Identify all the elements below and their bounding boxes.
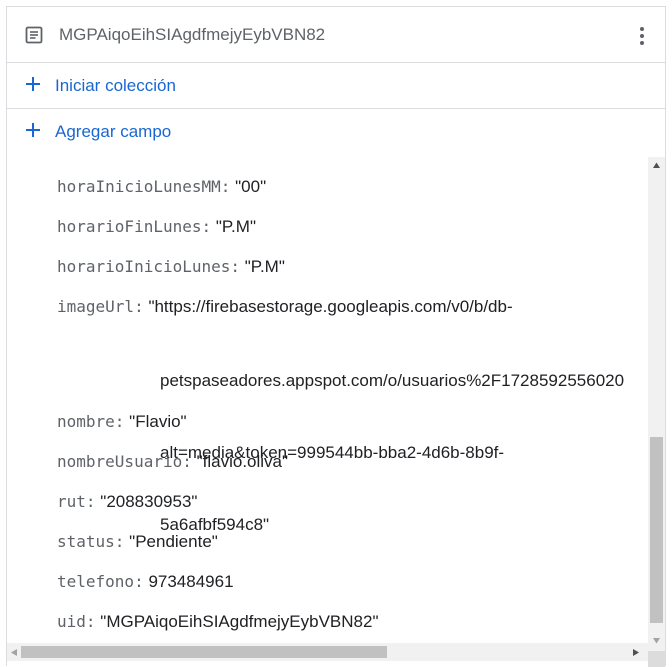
field-list: horaInicioLunesMM: "00" horarioFinLunes:… bbox=[7, 157, 647, 637]
vertical-scroll-thumb[interactable] bbox=[650, 437, 663, 623]
field-key: status bbox=[57, 532, 115, 551]
url-line: petspaseadores.appspot.com/o/usuarios%2F… bbox=[160, 371, 625, 390]
field-row[interactable]: rut: "208830953" bbox=[57, 492, 197, 512]
field-separator: : bbox=[230, 257, 241, 276]
field-key: horarioFinLunes bbox=[57, 217, 202, 236]
field-value: "flavio.oliva" bbox=[196, 452, 289, 471]
plus-icon bbox=[26, 77, 40, 91]
add-field-label: Agregar campo bbox=[55, 122, 172, 141]
scroll-down-arrow-icon[interactable] bbox=[652, 636, 661, 645]
field-key: nombreUsuario bbox=[57, 452, 183, 471]
field-value: "00" bbox=[235, 177, 267, 196]
field-key: horaInicioLunesMM bbox=[57, 177, 221, 196]
scroll-up-arrow-icon[interactable] bbox=[652, 161, 661, 170]
field-separator: : bbox=[134, 297, 144, 316]
scroll-left-arrow-icon[interactable] bbox=[10, 648, 18, 657]
field-separator: : bbox=[134, 572, 144, 591]
field-value: "MGPAiqoEihSIAgdfmejyEybVBN82" bbox=[100, 612, 379, 631]
field-separator: : bbox=[201, 217, 212, 236]
field-row[interactable]: uid: "MGPAiqoEihSIAgdfmejyEybVBN82" bbox=[57, 612, 379, 632]
field-separator: : bbox=[85, 612, 96, 631]
field-row[interactable]: horaInicioLunesMM: "00" bbox=[57, 177, 266, 197]
field-row[interactable]: nombre: "Flavio" bbox=[57, 412, 187, 432]
document-icon bbox=[25, 26, 43, 44]
field-key: uid bbox=[57, 612, 86, 631]
scroll-right-arrow-icon[interactable] bbox=[632, 648, 640, 657]
url-line: 5a6afbf594c8" bbox=[160, 515, 270, 534]
field-key: rut bbox=[57, 492, 86, 511]
field-row[interactable]: horarioFinLunes: "P.M" bbox=[57, 217, 256, 237]
field-value: "P.M" bbox=[244, 257, 285, 276]
more-vert-icon[interactable] bbox=[630, 24, 654, 48]
field-row[interactable]: nombreUsuario: "flavio.oliva" bbox=[57, 452, 288, 472]
field-separator: : bbox=[114, 412, 125, 431]
field-row[interactable]: status: "Pendiente" bbox=[57, 532, 218, 552]
scrollbar-corner bbox=[648, 651, 665, 667]
field-separator: : bbox=[182, 452, 192, 471]
field-value: 973484961 bbox=[148, 572, 234, 591]
field-separator: : bbox=[114, 532, 125, 551]
field-row[interactable]: horarioInicioLunes: "P.M" bbox=[57, 257, 285, 277]
start-collection-button[interactable]: Iniciar colección bbox=[7, 63, 665, 109]
add-field-button[interactable]: Agregar campo bbox=[7, 109, 665, 155]
vertical-scrollbar[interactable] bbox=[648, 157, 665, 651]
field-separator: : bbox=[85, 492, 96, 511]
document-id: MGPAiqoEihSIAgdfmejyEybVBN82 bbox=[59, 25, 326, 44]
field-value: "Pendiente" bbox=[129, 532, 218, 551]
field-key: imageUrl bbox=[57, 297, 135, 316]
plus-icon bbox=[26, 123, 40, 137]
start-collection-label: Iniciar colección bbox=[55, 76, 176, 95]
field-key: telefono bbox=[57, 572, 135, 591]
horizontal-scroll-thumb[interactable] bbox=[21, 646, 387, 658]
horizontal-scrollbar[interactable] bbox=[7, 643, 648, 661]
field-value: "P.M" bbox=[215, 217, 256, 236]
document-panel: MGPAiqoEihSIAgdfmejyEybVBN82 Iniciar col… bbox=[6, 6, 666, 667]
field-key: horarioInicioLunes bbox=[57, 257, 231, 276]
field-row[interactable]: imageUrl: "https://firebasestorage.googl… bbox=[57, 297, 513, 317]
field-value: "Flavio" bbox=[129, 412, 187, 431]
field-value: "208830953" bbox=[100, 492, 198, 511]
document-header: MGPAiqoEihSIAgdfmejyEybVBN82 bbox=[7, 7, 665, 63]
field-row[interactable]: telefono: 973484961 bbox=[57, 572, 234, 592]
field-separator: : bbox=[220, 177, 231, 196]
field-value: "https://firebasestorage.googleapis.com/… bbox=[148, 297, 513, 316]
field-key: nombre bbox=[57, 412, 115, 431]
